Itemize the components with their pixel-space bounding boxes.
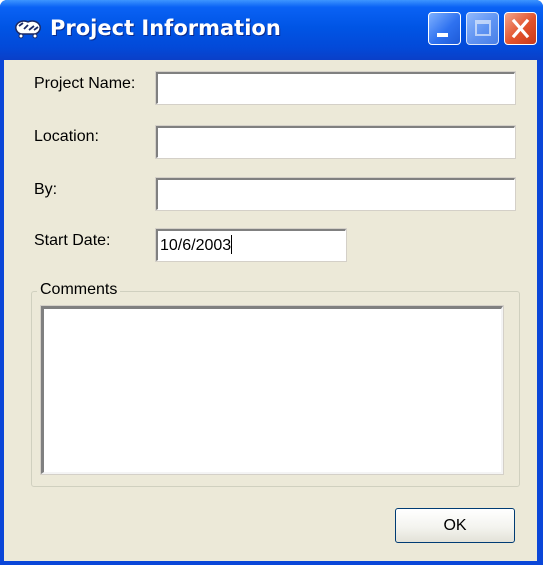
by-label: By: xyxy=(34,181,58,198)
start-date-value: 10/6/2003 xyxy=(160,237,232,254)
close-icon xyxy=(511,18,530,39)
comments-group-label: Comments xyxy=(37,281,121,299)
project-app-icon xyxy=(14,18,42,40)
dialog-body: Project Name: Location: By: Start Date: … xyxy=(4,60,537,561)
minimize-button[interactable] xyxy=(428,12,461,45)
comments-textarea[interactable] xyxy=(41,306,503,474)
by-input[interactable] xyxy=(156,178,515,210)
maximize-button[interactable] xyxy=(466,12,499,45)
location-label: Location: xyxy=(34,128,99,145)
text-caret xyxy=(231,235,233,254)
start-date-input[interactable]: 10/6/2003 xyxy=(156,229,346,261)
dialog-window: Project Information Project Name: Locati… xyxy=(0,0,543,565)
close-button[interactable] xyxy=(504,12,537,45)
project-name-input[interactable] xyxy=(156,72,515,104)
project-name-label: Project Name: xyxy=(34,75,136,92)
maximize-icon xyxy=(475,20,491,36)
ok-button[interactable]: OK xyxy=(395,508,515,543)
start-date-label: Start Date: xyxy=(34,232,111,249)
window-title: Project Information xyxy=(50,16,281,40)
title-bar[interactable]: Project Information xyxy=(0,0,543,60)
location-input[interactable] xyxy=(156,126,515,158)
minimize-icon xyxy=(437,33,448,37)
